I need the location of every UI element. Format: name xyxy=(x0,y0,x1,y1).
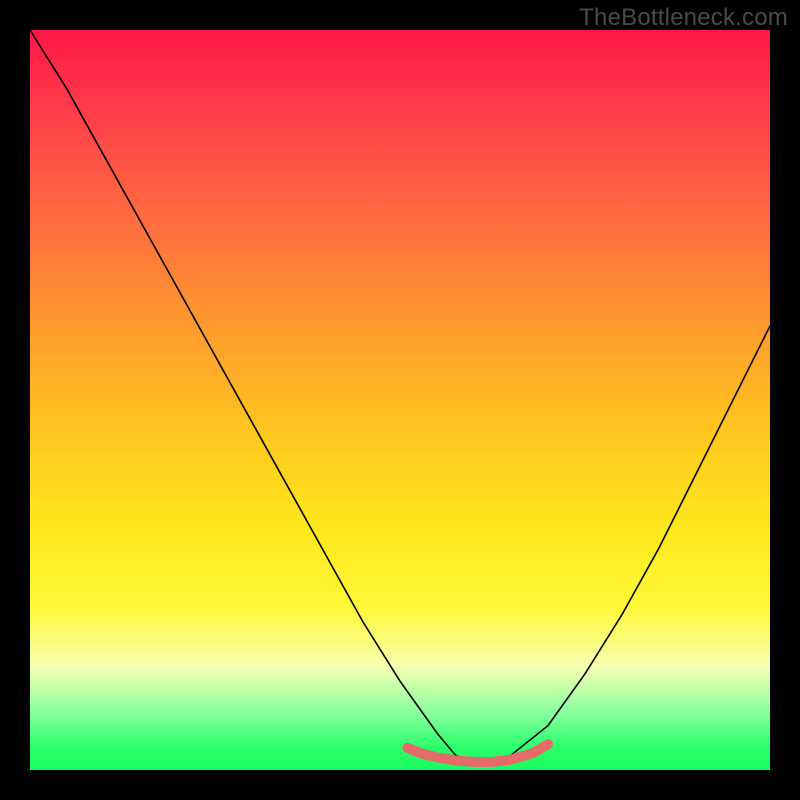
bottleneck-curve xyxy=(30,30,770,763)
chart-svg xyxy=(30,30,770,770)
watermark-text: TheBottleneck.com xyxy=(579,4,788,32)
optimal-range-highlight xyxy=(407,744,548,762)
chart-container: TheBottleneck.com xyxy=(0,0,800,800)
